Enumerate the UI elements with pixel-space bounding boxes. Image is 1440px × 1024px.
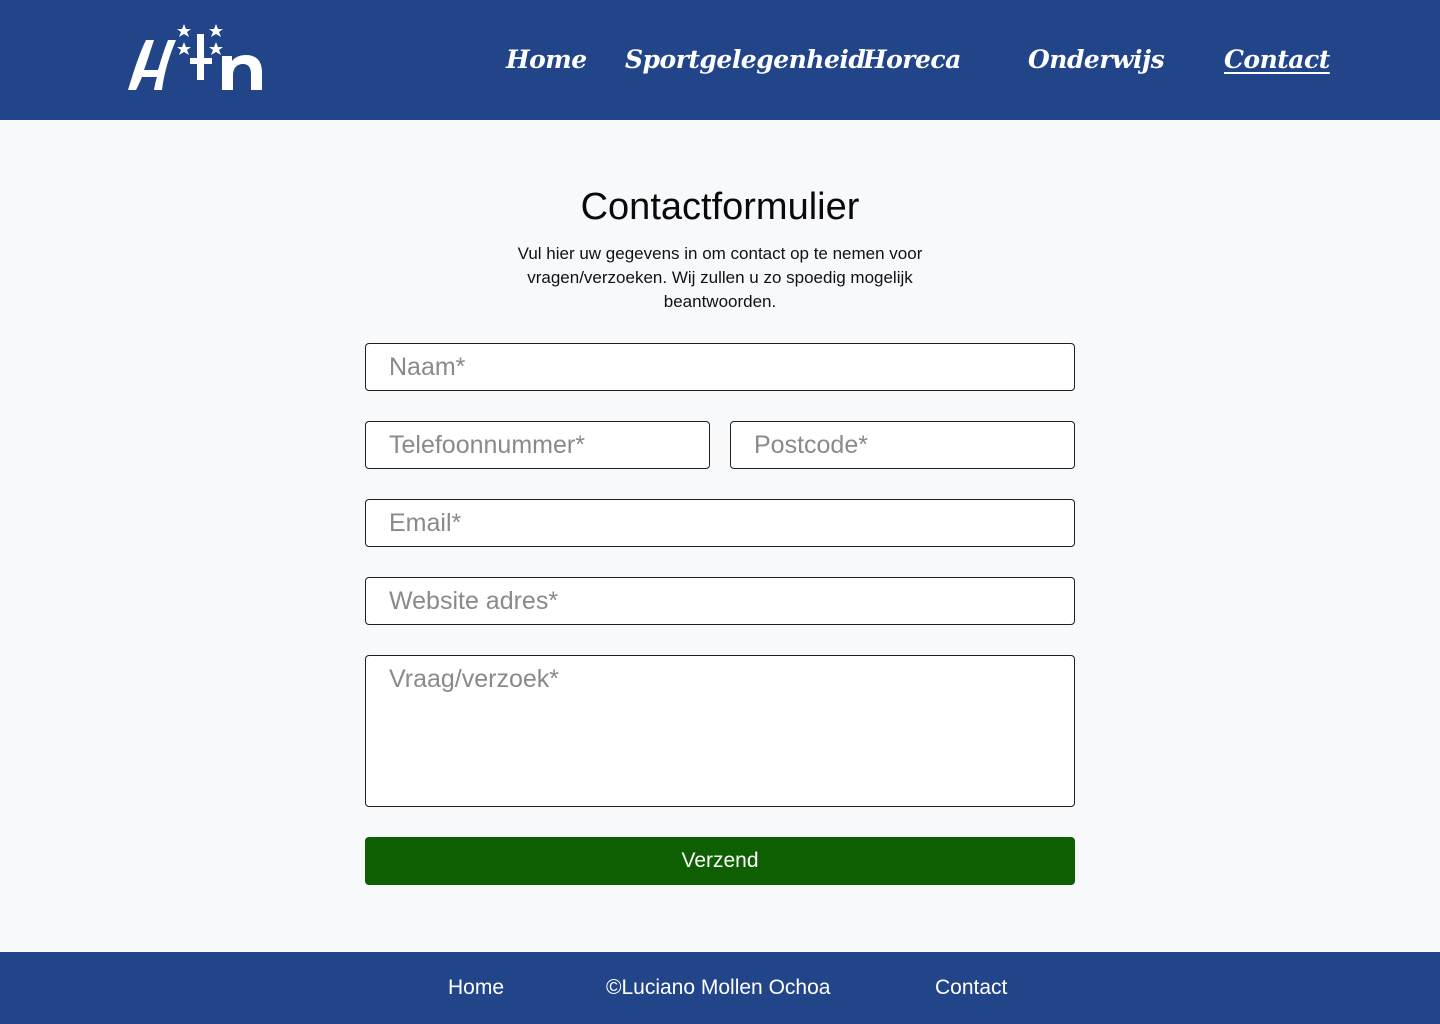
phone-field[interactable] — [365, 421, 710, 469]
footer-copyright: ©Luciano Mollen Ochoa — [606, 976, 831, 999]
nav-onderwijs[interactable]: Onderwijs — [1028, 40, 1165, 80]
site-header: Home Sportgelegenheid Horeca Onderwijs C… — [0, 0, 1440, 120]
name-field[interactable] — [365, 343, 1075, 391]
footer-home-link[interactable]: Home — [448, 975, 504, 1001]
website-field[interactable] — [365, 577, 1075, 625]
footer-contact-link[interactable]: Contact — [935, 975, 1007, 1001]
nav-horeca[interactable]: Horeca — [863, 40, 961, 80]
nav-contact[interactable]: Contact — [1224, 40, 1330, 80]
site-footer: Home ©Luciano Mollen Ochoa Contact — [0, 952, 1440, 1024]
nav-sportgelegenheid[interactable]: Sportgelegenheid — [625, 40, 866, 80]
page-title: Contactformulier — [580, 186, 860, 228]
question-textarea[interactable] — [365, 655, 1075, 807]
intro-text: Vul hier uw gegevens in om contact op te… — [517, 244, 923, 311]
submit-button[interactable]: Verzend — [365, 837, 1075, 885]
contact-section: Contactformulier Vul hier uw gegevens in… — [0, 120, 1440, 952]
hln-logo-icon[interactable] — [122, 20, 272, 96]
email-field[interactable] — [365, 499, 1075, 547]
postcode-field[interactable] — [730, 421, 1075, 469]
nav-home[interactable]: Home — [506, 40, 587, 80]
